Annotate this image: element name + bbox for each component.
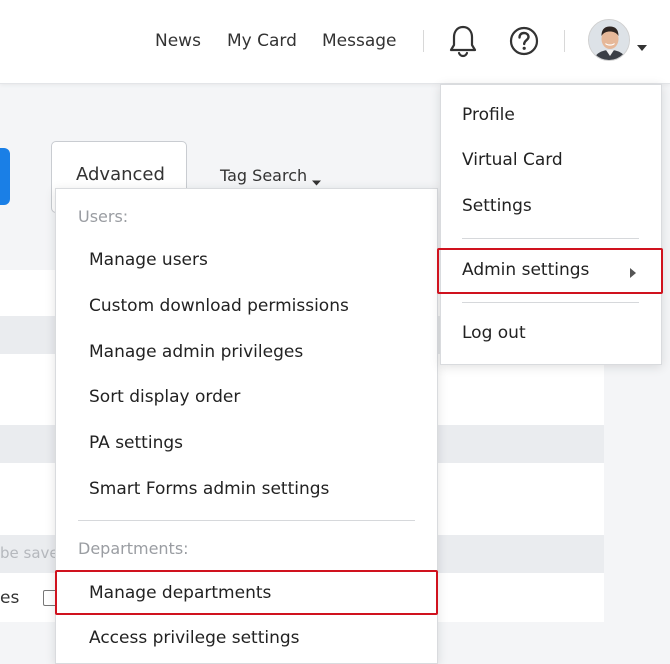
menu-item-log-out[interactable]: Log out: [462, 322, 526, 344]
users-section-heading: Users:: [78, 207, 129, 226]
primary-action-button[interactable]: [0, 148, 10, 205]
menu-divider: [462, 302, 639, 303]
tag-search-dropdown[interactable]: Tag Search: [220, 166, 307, 186]
departments-section-heading: Departments:: [78, 539, 189, 558]
menu-item-access-privilege-settings[interactable]: Access privilege settings: [89, 627, 300, 649]
menu-item-manage-users[interactable]: Manage users: [89, 249, 208, 271]
header-divider: [423, 30, 424, 52]
row-label-text: es: [0, 588, 20, 608]
menu-item-profile[interactable]: Profile: [462, 104, 515, 126]
menu-item-smart-forms-admin-settings[interactable]: Smart Forms admin settings: [89, 478, 329, 500]
nav-my-card-link[interactable]: My Card: [227, 30, 297, 52]
nav-news-link[interactable]: News: [155, 30, 201, 52]
chevron-right-icon: [629, 264, 637, 278]
menu-item-sort-display-order[interactable]: Sort display order: [89, 386, 240, 408]
user-avatar[interactable]: [588, 19, 630, 61]
help-circle-icon[interactable]: [508, 25, 540, 57]
caret-down-icon[interactable]: [636, 37, 648, 51]
menu-item-manage-admin-privileges[interactable]: Manage admin privileges: [89, 341, 303, 363]
menu-divider: [78, 520, 415, 521]
menu-item-virtual-card[interactable]: Virtual Card: [462, 149, 563, 171]
menu-divider: [462, 238, 639, 239]
advanced-search-label: Advanced: [76, 164, 165, 185]
menu-item-pa-settings[interactable]: PA settings: [89, 432, 183, 454]
menu-item-manage-departments[interactable]: Manage departments: [89, 582, 271, 604]
bell-icon[interactable]: [447, 24, 479, 58]
nav-message-link[interactable]: Message: [322, 30, 397, 52]
menu-item-admin-settings[interactable]: Admin settings: [462, 259, 589, 281]
menu-item-settings[interactable]: Settings: [462, 195, 532, 217]
menu-item-custom-download-permissions[interactable]: Custom download permissions: [89, 295, 349, 317]
caret-down-icon: [311, 172, 322, 186]
header-divider: [564, 30, 565, 52]
faded-hint-text: be save: [0, 544, 59, 562]
